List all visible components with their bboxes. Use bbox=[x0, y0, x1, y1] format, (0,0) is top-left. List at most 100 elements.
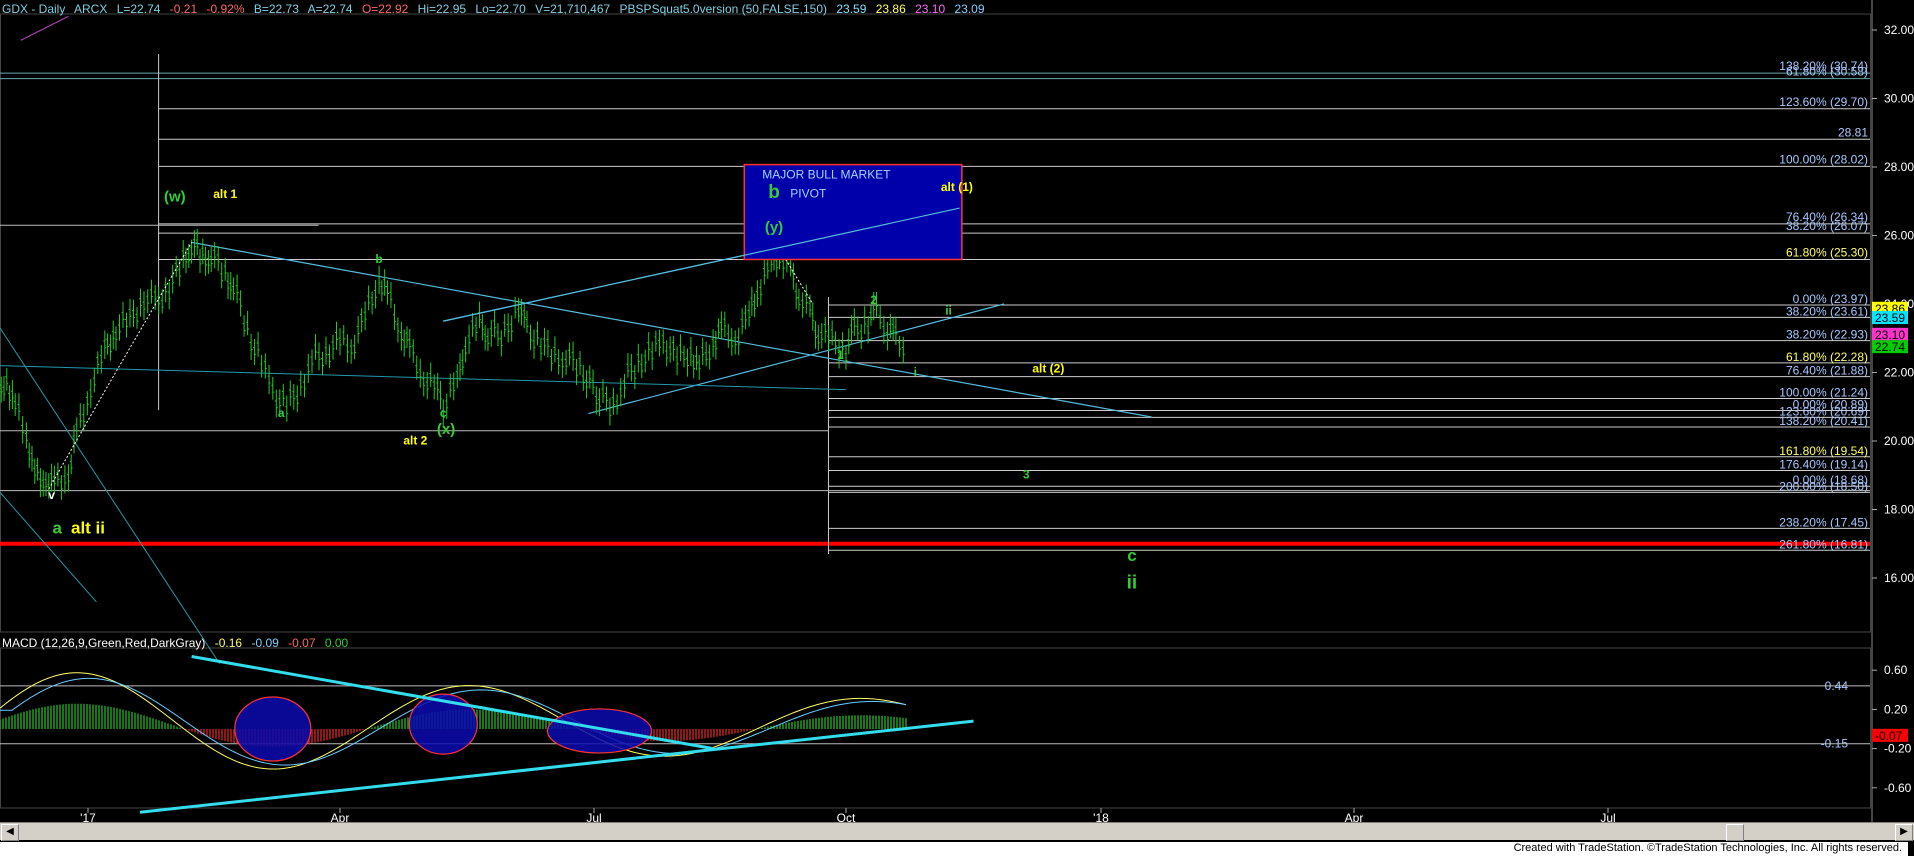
macd-y-tick-label: -0.20 bbox=[1884, 742, 1912, 756]
scroll-left-arrow-icon[interactable]: ◀ bbox=[1, 824, 19, 841]
low-price: Lo=22.70 bbox=[475, 2, 526, 16]
wave-label: ii bbox=[945, 303, 952, 317]
wave-label: b bbox=[768, 182, 780, 203]
wave-label: (y) bbox=[765, 219, 783, 236]
macd-value-2: -0.09 bbox=[251, 636, 279, 650]
wave-label: alt (1) bbox=[941, 180, 973, 194]
y-tick-label: 28.00 bbox=[1884, 160, 1914, 174]
diag-line-3 bbox=[0, 365, 847, 391]
macd-value-1: -0.16 bbox=[214, 636, 243, 650]
wave-label: (w) bbox=[164, 188, 186, 205]
y-tick-label: 18.00 bbox=[1884, 503, 1914, 517]
macd-level-label: 0.44 bbox=[1825, 679, 1849, 693]
ask-price: A=22.74 bbox=[307, 2, 353, 16]
price-marker-label: 22.74 bbox=[1875, 340, 1905, 354]
diag-line-1 bbox=[0, 327, 221, 664]
study-value-1: 23.59 bbox=[836, 2, 867, 16]
symbol-label: GDX - Daily bbox=[2, 2, 66, 16]
fib-level-label: 261.80% (16.81) bbox=[1779, 537, 1868, 551]
macd-label: MACD (12,26,9,Green,Red,DarkGray) bbox=[2, 636, 206, 650]
scroll-right-arrow-icon[interactable]: ▶ bbox=[1895, 824, 1913, 841]
footer-copyright: Created with TradeStation. ©TradeStation… bbox=[0, 842, 1908, 856]
study-value-4: 23.09 bbox=[954, 2, 985, 16]
wave-label: 2 bbox=[870, 293, 877, 307]
fib-level-label: 100.00% (28.02) bbox=[1779, 152, 1868, 166]
wave-label: b bbox=[375, 252, 382, 266]
study-label: PBSPSquat5.0version (50,FALSE,150) bbox=[619, 2, 828, 16]
channel-upper-line-overlay bbox=[443, 207, 960, 322]
y-tick-label: 22.00 bbox=[1884, 366, 1914, 380]
fib-level-label: 238.20% (17.45) bbox=[1779, 515, 1868, 529]
price-bars bbox=[0, 228, 905, 500]
wave-label: alt 1 bbox=[213, 187, 237, 201]
downtrend-line bbox=[191, 241, 1152, 418]
fib-level-label: 138.20% (20.41) bbox=[1779, 414, 1868, 428]
main-panel-border bbox=[0, 13, 1871, 633]
channel-lower-line bbox=[588, 303, 1005, 415]
pivot-box-line2: PIVOT bbox=[790, 187, 827, 201]
fib-level-label: 61.80% (25.30) bbox=[1786, 245, 1868, 259]
diag-line-2 bbox=[0, 492, 97, 603]
price-change: -0.21 bbox=[169, 2, 198, 16]
wave-label: alt 2 bbox=[403, 433, 427, 447]
wave-label: i bbox=[914, 365, 917, 379]
macd-y-tick-label: 0.20 bbox=[1884, 702, 1908, 716]
bid-price: B=22.73 bbox=[253, 2, 299, 16]
price-marker-label: 23.59 bbox=[1875, 311, 1905, 325]
macd-header: MACD (12,26,9,Green,Red,DarkGray) -0.16 … bbox=[2, 636, 354, 650]
wave-label: c bbox=[440, 406, 447, 420]
y-tick-label: 26.00 bbox=[1884, 229, 1914, 243]
macd-ellipse bbox=[546, 708, 653, 754]
gdx-chart: 16.0018.0020.0022.0024.0026.0028.0030.00… bbox=[0, 0, 1914, 822]
y-tick-label: 16.00 bbox=[1884, 571, 1914, 585]
y-tick-label: 30.00 bbox=[1884, 92, 1914, 106]
scroll-thumb[interactable] bbox=[1726, 824, 1744, 841]
exchange-label: ARCX bbox=[74, 2, 108, 16]
x-tick-label: Jul bbox=[586, 811, 601, 822]
fib-level-label: 76.40% (21.88) bbox=[1786, 364, 1868, 378]
x-tick-label: Jul bbox=[1600, 811, 1615, 822]
macd-y-tick-label: -0.60 bbox=[1884, 781, 1912, 795]
horizontal-scrollbar[interactable]: ◀ ▶ bbox=[0, 822, 1914, 841]
macd-level-label: -0.15 bbox=[1821, 737, 1849, 751]
macd-ellipse bbox=[234, 696, 312, 762]
last-price: L=22.74 bbox=[116, 2, 161, 16]
macd-value-4: 0.00 bbox=[324, 636, 349, 650]
chart-header: GDX - Daily ARCX L=22.74 -0.21 -0.92% B=… bbox=[2, 2, 991, 16]
wave-dotted-line bbox=[48, 242, 193, 490]
fib-level-label: 161.80% (19.54) bbox=[1779, 444, 1868, 458]
fib-level-label: 176.40% (19.14) bbox=[1779, 457, 1868, 471]
wave-label: a bbox=[52, 518, 62, 537]
fib-level-label: 38.20% (26.07) bbox=[1786, 219, 1868, 233]
wave-label: 3 bbox=[1023, 468, 1030, 482]
y-tick-label: 32.00 bbox=[1884, 23, 1914, 37]
y-tick-label: 20.00 bbox=[1884, 434, 1914, 448]
x-tick-label: '18 bbox=[1093, 811, 1109, 822]
x-tick-label: '17 bbox=[80, 811, 96, 822]
wave-label: a bbox=[278, 406, 285, 420]
wave-label: alt (2) bbox=[1032, 362, 1064, 376]
macd-value-3: -0.07 bbox=[288, 636, 316, 650]
macd-ellipse bbox=[408, 693, 478, 755]
fib-level-label: 200.00% (18.50) bbox=[1779, 479, 1868, 493]
wave-label: ii bbox=[1127, 572, 1138, 593]
macd-plot: 0.44 -0.15 -0.07 bbox=[0, 655, 1908, 814]
open-price: O=22.92 bbox=[361, 2, 409, 16]
fib-level-label: 38.20% (23.61) bbox=[1786, 304, 1868, 318]
price-change-pct: -0.92% bbox=[206, 2, 245, 16]
high-price: Hi=22.95 bbox=[417, 2, 467, 16]
study-value-2: 23.86 bbox=[875, 2, 906, 16]
fib-level-label: 123.60% (29.70) bbox=[1779, 95, 1868, 109]
study-value-3: 23.10 bbox=[915, 2, 946, 16]
volume: V=21,710,467 bbox=[535, 2, 611, 16]
wave-label: v bbox=[48, 488, 55, 502]
fib-level-label: 28.81 bbox=[1838, 125, 1868, 139]
x-tick-label: Apr bbox=[1345, 811, 1364, 822]
x-tick-label: Oct bbox=[837, 811, 856, 822]
pivot-box-line1: MAJOR BULL MARKET bbox=[762, 168, 891, 182]
x-tick-label: Apr bbox=[331, 811, 350, 822]
fib-level-label: 61.80% (22.28) bbox=[1786, 350, 1868, 364]
wave-label: 1 bbox=[837, 348, 844, 362]
fib-level-label: 38.20% (22.93) bbox=[1786, 328, 1868, 342]
fib-level-label: 61.80% (30.58) bbox=[1786, 65, 1868, 79]
